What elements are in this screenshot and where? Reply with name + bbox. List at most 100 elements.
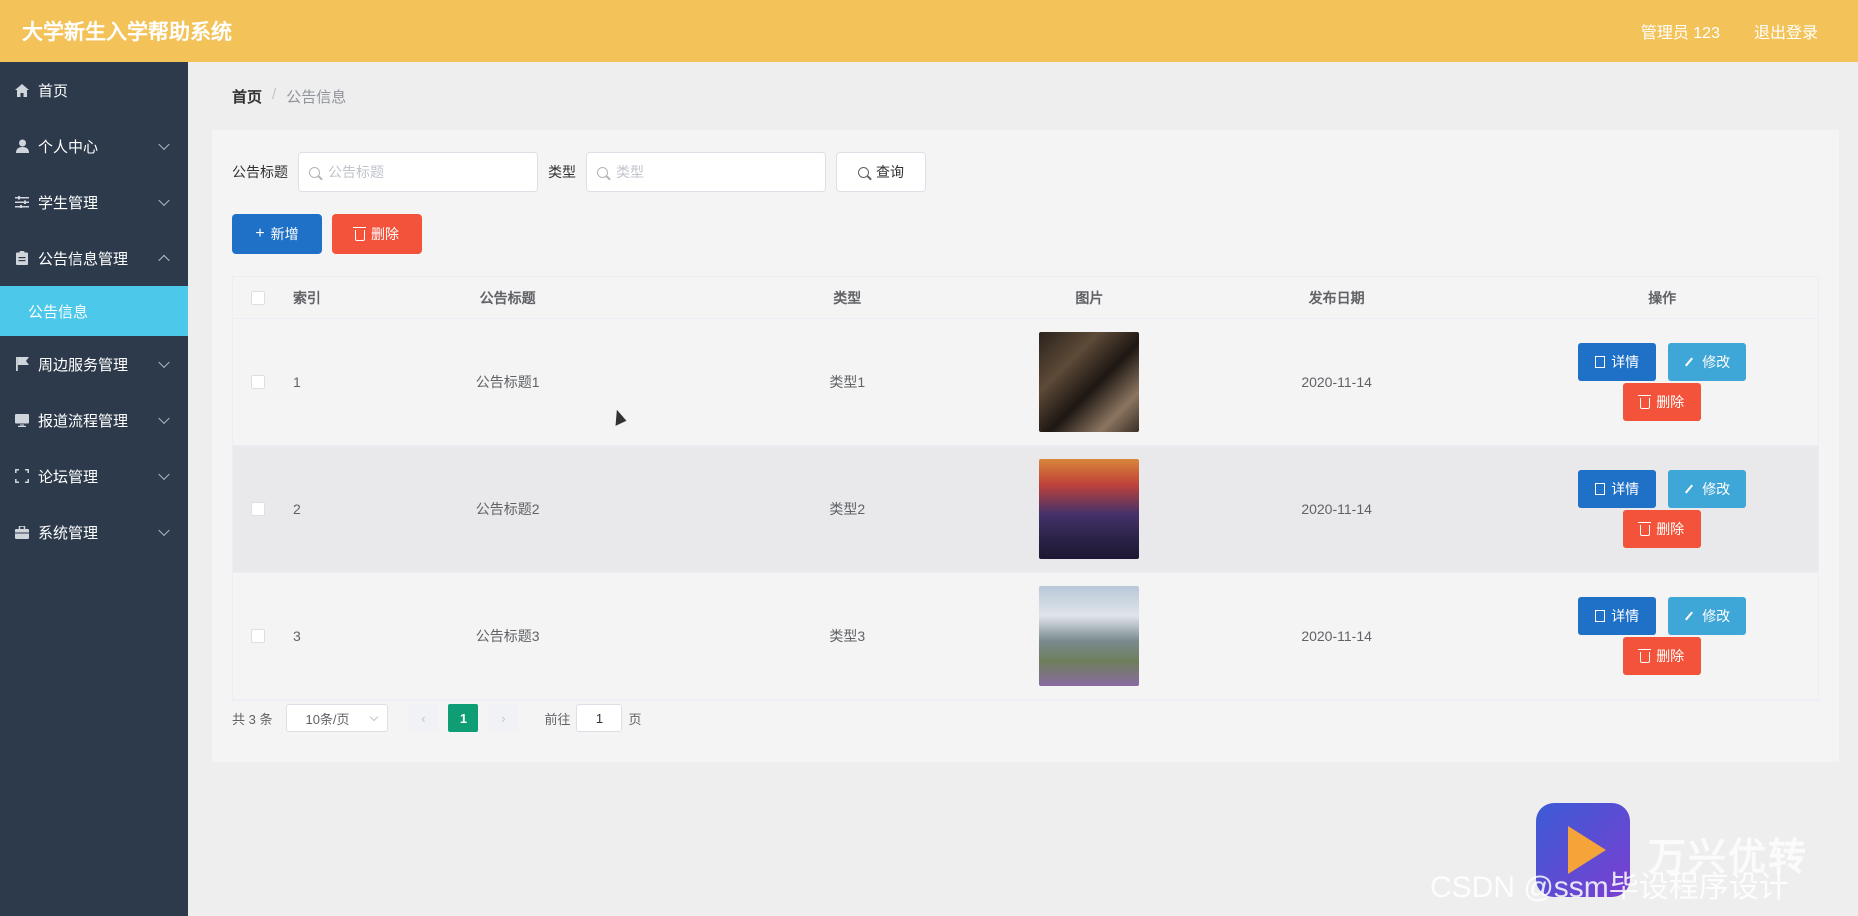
- chevron-down-icon: [158, 524, 170, 537]
- sidebar-item-nearby-services[interactable]: 周边服务管理: [0, 336, 188, 392]
- goto-page: 前往 页: [544, 704, 642, 732]
- breadcrumb-separator: /: [272, 86, 277, 103]
- search-icon: [858, 166, 869, 178]
- sidebar-item-home[interactable]: 首页: [0, 62, 188, 118]
- edit-button[interactable]: 修改: [1668, 597, 1747, 635]
- row-type: 类型3: [829, 628, 866, 644]
- row-date: 2020-11-14: [1301, 501, 1372, 517]
- sidebar-item-registration-process[interactable]: 报道流程管理: [0, 392, 188, 448]
- row-checkbox[interactable]: [250, 629, 265, 643]
- row-delete-button[interactable]: 删除: [1623, 637, 1702, 675]
- sidebar-item-personal-center[interactable]: 个人中心: [0, 118, 188, 174]
- row-delete-button[interactable]: 删除: [1623, 510, 1702, 548]
- sidebar-item-announcement-management[interactable]: 公告信息管理: [0, 230, 188, 286]
- detail-button[interactable]: 详情: [1578, 470, 1657, 508]
- monitor-icon: [14, 412, 30, 428]
- detail-button[interactable]: 详情: [1578, 597, 1657, 635]
- goto-suffix: 页: [628, 711, 642, 727]
- dorm-room-photo[interactable]: [1039, 332, 1140, 432]
- user-icon: [14, 138, 30, 154]
- edit-icon: [1685, 357, 1694, 367]
- trash-icon: [353, 226, 366, 241]
- add-button-label: 新增: [270, 226, 299, 242]
- plus-icon: +: [255, 225, 265, 242]
- prev-page-button[interactable]: ‹: [408, 704, 439, 732]
- auditorium-photo[interactable]: [1039, 459, 1140, 559]
- trash-icon: [1638, 521, 1652, 536]
- type-search-input[interactable]: [616, 164, 806, 180]
- edit-button[interactable]: 修改: [1668, 470, 1747, 508]
- chevron-down-icon: [158, 138, 170, 151]
- query-button-label: 查询: [876, 164, 904, 180]
- title-search-input[interactable]: [328, 164, 518, 180]
- chevron-down-icon: [158, 412, 170, 425]
- sidebar-subitem-announcement-info[interactable]: 公告信息: [0, 286, 188, 336]
- sidebar-item-label: 首页: [38, 82, 69, 100]
- breadcrumb-home[interactable]: 首页: [232, 86, 262, 107]
- column-header-type: 类型: [833, 289, 862, 306]
- breadcrumb: 首页 / 公告信息: [232, 86, 346, 107]
- sidebar-item-label: 系统管理: [38, 524, 99, 542]
- goto-label: 前往: [544, 711, 571, 727]
- row-index: 1: [292, 374, 301, 390]
- row-title: 公告标题1: [475, 374, 540, 390]
- document-icon: [1595, 356, 1606, 368]
- table-row: 1 公告标题1 类型1 2020-11-14 详情 修改 删除: [233, 319, 1818, 446]
- trash-icon: [1638, 648, 1652, 663]
- sidebar-item-system-management[interactable]: 系统管理: [0, 504, 188, 560]
- delete-label: 删除: [1656, 648, 1685, 664]
- page-number-current[interactable]: 1: [448, 704, 479, 732]
- document-icon: [1595, 483, 1606, 495]
- trash-icon: [1638, 394, 1652, 409]
- campus-building-photo[interactable]: [1039, 586, 1140, 686]
- row-checkbox[interactable]: [250, 502, 265, 516]
- clipboard-icon: [14, 250, 30, 266]
- column-header-image: 图片: [1075, 289, 1104, 306]
- chevron-down-icon: [158, 356, 170, 369]
- watermark-csdn: CSDN @ssm毕设程序设计: [1430, 871, 1789, 904]
- sidebar-item-label: 报道流程管理: [38, 412, 129, 430]
- top-header: 大学新生入学帮助系统 管理员 123 退出登录: [0, 0, 1858, 62]
- sidebar-item-forum-management[interactable]: 论坛管理: [0, 448, 188, 504]
- sidebar-item-label: 论坛管理: [38, 468, 99, 486]
- type-search-field[interactable]: [586, 152, 826, 192]
- batch-delete-label: 删除: [371, 226, 399, 242]
- main-content: 首页 / 公告信息 公告标题 类型 查询 + 新增: [188, 62, 1858, 916]
- title-search-field[interactable]: [298, 152, 538, 192]
- edit-button[interactable]: 修改: [1668, 343, 1747, 381]
- detail-button[interactable]: 详情: [1578, 343, 1657, 381]
- chevron-down-icon: [158, 468, 170, 481]
- home-icon: [14, 82, 30, 98]
- edit-label: 修改: [1702, 481, 1731, 497]
- page-size-select[interactable]: 10条/页: [286, 704, 389, 732]
- action-bar: + 新增 删除: [232, 214, 422, 254]
- select-all-checkbox[interactable]: [250, 290, 265, 305]
- page-size-value: 10条/页: [305, 711, 350, 727]
- logout-link[interactable]: 退出登录: [1754, 19, 1818, 43]
- column-header-index: 索引: [292, 289, 321, 306]
- search-icon: [597, 166, 608, 178]
- title-search-label: 公告标题: [232, 164, 288, 180]
- query-button[interactable]: 查询: [836, 152, 926, 192]
- table-row: 3 公告标题3 类型3 2020-11-14 详情 修改 删除: [233, 573, 1818, 700]
- sliders-icon: [14, 194, 30, 210]
- search-form: 公告标题 类型 查询: [232, 152, 926, 192]
- table-row: 2 公告标题2 类型2 2020-11-14 详情 修改 删除: [233, 446, 1818, 573]
- pagination: 共 3 条 10条/页 ‹ 1 › 前往 页: [232, 704, 642, 732]
- row-delete-button[interactable]: 删除: [1623, 383, 1702, 421]
- column-header-actions: 操作: [1648, 289, 1677, 306]
- sidebar-item-label: 个人中心: [38, 138, 99, 156]
- column-header-date: 发布日期: [1308, 289, 1365, 306]
- type-search-label: 类型: [548, 164, 576, 180]
- goto-page-input[interactable]: [576, 704, 623, 732]
- row-checkbox[interactable]: [250, 375, 265, 389]
- row-index: 3: [292, 628, 301, 644]
- sidebar-item-student-management[interactable]: 学生管理: [0, 174, 188, 230]
- select-all-cell: [233, 290, 283, 305]
- admin-user-label[interactable]: 管理员 123: [1641, 19, 1720, 43]
- add-button[interactable]: + 新增: [232, 214, 322, 254]
- next-page-button[interactable]: ›: [488, 704, 519, 732]
- detail-label: 详情: [1611, 354, 1640, 370]
- sidebar-item-label: 公告信息: [28, 303, 89, 321]
- batch-delete-button[interactable]: 删除: [332, 214, 422, 254]
